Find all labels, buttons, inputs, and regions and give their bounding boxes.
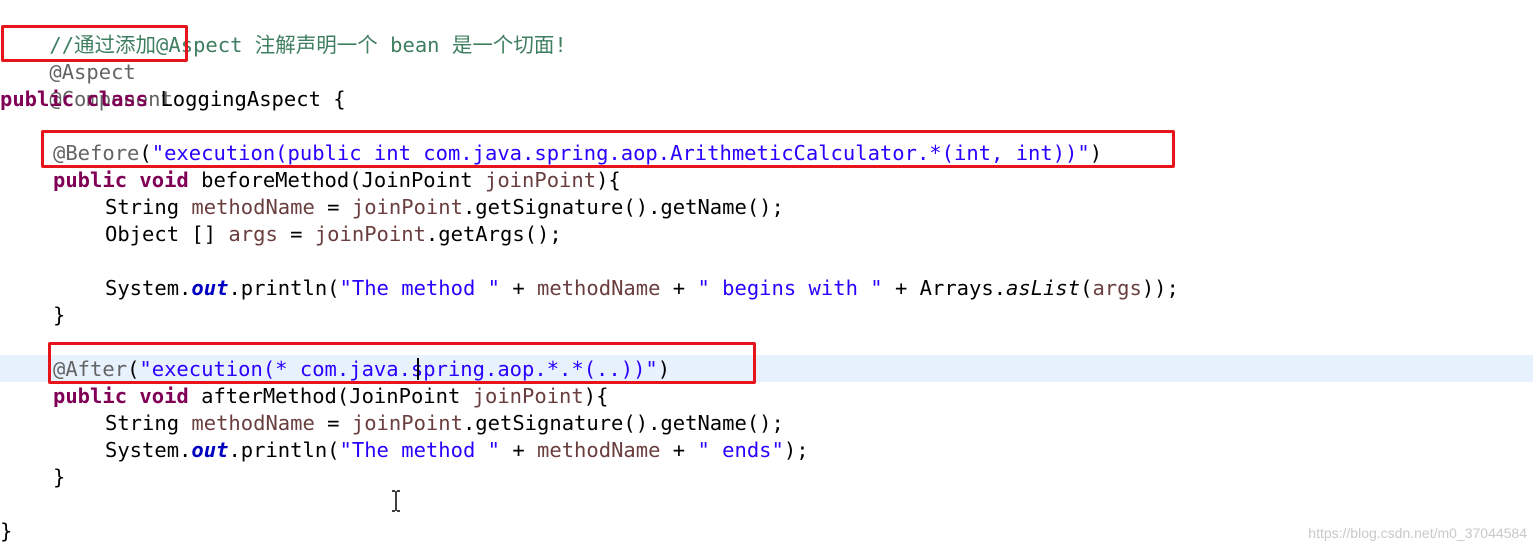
operator: + Arrays. bbox=[882, 276, 1007, 300]
static-method: asList bbox=[1006, 276, 1081, 300]
code-line-8[interactable]: String methodName = joinPoint.getSignatu… bbox=[105, 194, 784, 221]
code-line-3[interactable]: @Component bbox=[0, 59, 172, 111]
local-variable: args bbox=[1092, 276, 1142, 300]
method-call: .getSignature().getName(); bbox=[462, 411, 784, 435]
code-line-12[interactable]: } bbox=[53, 302, 65, 329]
paren: )); bbox=[1141, 276, 1179, 300]
keyword: class bbox=[86, 87, 149, 111]
operator: = bbox=[314, 411, 352, 435]
code-line-18[interactable]: } bbox=[53, 464, 65, 491]
watermark: https://blog.csdn.net/m0_37044584 bbox=[1308, 525, 1527, 541]
keyword: public bbox=[53, 168, 128, 192]
keyword: public bbox=[53, 384, 128, 408]
operator: + bbox=[499, 276, 538, 300]
class-ref: System. bbox=[105, 438, 192, 462]
operator: = bbox=[314, 195, 352, 219]
code-line-11[interactable]: System.out.println("The method " + metho… bbox=[105, 275, 1179, 302]
type-name: String bbox=[105, 411, 192, 435]
parameter-ref: joinPoint bbox=[351, 195, 463, 219]
operator: + bbox=[660, 438, 698, 462]
method-call: .println( bbox=[228, 276, 340, 300]
operator: + bbox=[660, 276, 698, 300]
local-variable: args bbox=[228, 222, 278, 246]
local-variable: methodName bbox=[191, 195, 315, 219]
class-declaration: LoggingAspect { bbox=[148, 87, 346, 111]
code-line-17[interactable]: System.out.println("The method " + metho… bbox=[105, 437, 809, 464]
brace: ){ bbox=[583, 384, 609, 408]
parameter: joinPoint bbox=[472, 384, 584, 408]
brace: } bbox=[53, 303, 66, 327]
ibeam-cursor-icon bbox=[392, 490, 400, 512]
type-name: String bbox=[105, 195, 192, 219]
static-field: out bbox=[191, 276, 229, 300]
static-field: out bbox=[191, 438, 229, 462]
method-signature: afterMethod(JoinPoint bbox=[188, 384, 473, 408]
code-editor[interactable]: //通过添加@Aspect 注解声明一个 bean 是一个切面! @Aspect… bbox=[0, 0, 1533, 551]
brace: ){ bbox=[596, 168, 621, 192]
highlight-box-before bbox=[41, 130, 1175, 168]
highlight-box-after bbox=[48, 342, 756, 384]
string-literal: " ends" bbox=[697, 438, 784, 462]
string-literal: "The method " bbox=[339, 276, 500, 300]
operator: + bbox=[499, 438, 538, 462]
method-call: .getSignature().getName(); bbox=[462, 195, 784, 219]
keyword: public bbox=[0, 87, 75, 111]
parameter: joinPoint bbox=[485, 168, 597, 192]
method-call: .println( bbox=[228, 438, 340, 462]
local-variable: methodName bbox=[537, 438, 661, 462]
local-variable: methodName bbox=[191, 411, 315, 435]
string-literal: "The method " bbox=[339, 438, 500, 462]
paren: ); bbox=[783, 438, 809, 462]
class-ref: System. bbox=[105, 276, 192, 300]
paren: ( bbox=[1080, 276, 1093, 300]
string-literal: " begins with " bbox=[697, 276, 883, 300]
brace: } bbox=[0, 519, 13, 543]
method-signature: beforeMethod(JoinPoint bbox=[188, 168, 485, 192]
method-call: .getArgs(); bbox=[425, 222, 562, 246]
parameter-ref: joinPoint bbox=[314, 222, 426, 246]
keyword: void bbox=[139, 384, 189, 408]
code-line-7[interactable]: public void beforeMethod(JoinPoint joinP… bbox=[53, 167, 621, 194]
code-line-15[interactable]: public void afterMethod(JoinPoint joinPo… bbox=[53, 383, 608, 410]
code-line-16[interactable]: String methodName = joinPoint.getSignatu… bbox=[105, 410, 784, 437]
keyword: void bbox=[139, 168, 189, 192]
parameter-ref: joinPoint bbox=[351, 411, 463, 435]
local-variable: methodName bbox=[537, 276, 661, 300]
type-name: Object [] bbox=[105, 222, 229, 246]
code-line-4[interactable]: public class LoggingAspect { bbox=[0, 86, 346, 113]
code-line-20[interactable]: } bbox=[0, 518, 12, 545]
brace: } bbox=[53, 465, 66, 489]
highlight-box-aspect bbox=[1, 25, 188, 62]
operator: = bbox=[277, 222, 315, 246]
code-line-9[interactable]: Object [] args = joinPoint.getArgs(); bbox=[105, 221, 562, 248]
